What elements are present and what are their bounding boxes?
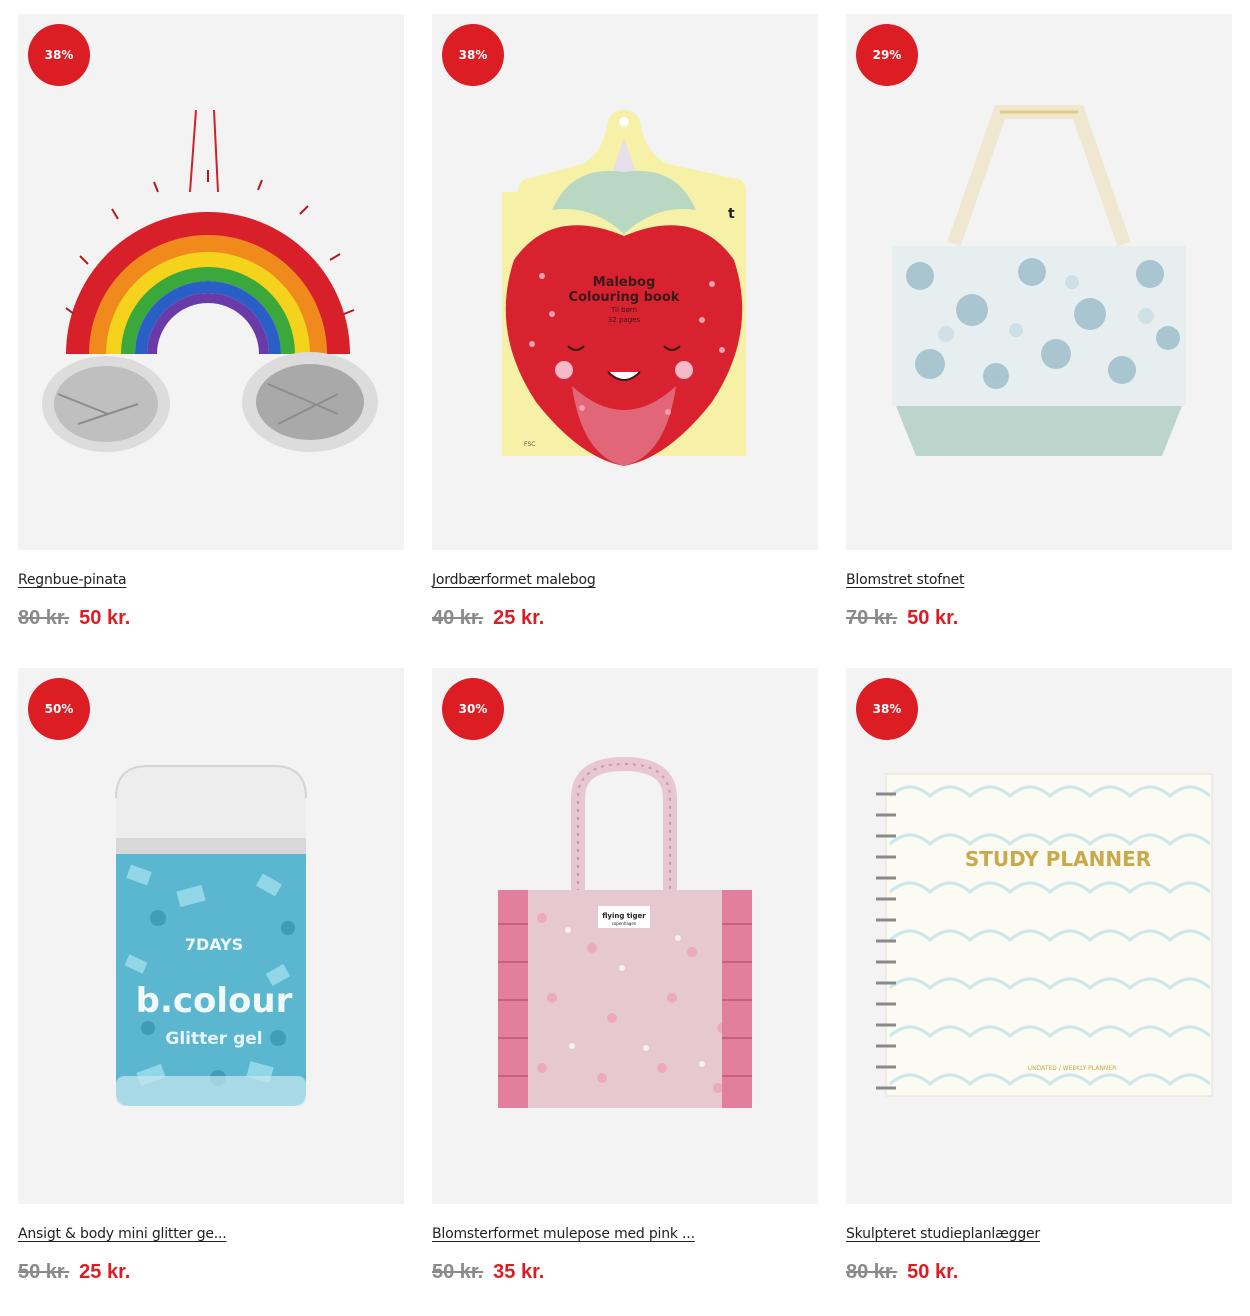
product-image[interactable]: Malebog Colouring book Til børn 32 pages…	[432, 14, 818, 550]
svg-text:copenhagen: copenhagen	[612, 921, 637, 926]
floral-ruffle-tote-image: flying tiger copenhagen	[498, 756, 752, 1108]
svg-text:t: t	[728, 206, 735, 222]
price-row: 80 kr. 50 kr.	[18, 607, 404, 630]
svg-text:UNDATED / WEEKLY PLANNER: UNDATED / WEEKLY PLANNER	[1028, 1065, 1117, 1072]
sale-price: 25 kr.	[79, 1261, 131, 1283]
product-image[interactable]: 29%	[846, 14, 1232, 550]
product-image[interactable]: STUDY PLANNER UNDATED / WEEKLY PLANNER 3…	[846, 668, 1232, 1204]
product-card[interactable]: 29% Blomstret stofnet 70 kr. 50 kr.	[846, 14, 1232, 630]
product-name-link[interactable]: Regnbue-pinata	[18, 572, 127, 588]
svg-text:flying tiger: flying tiger	[602, 912, 646, 920]
study-planner-image: STUDY PLANNER UNDATED / WEEKLY PLANNER	[876, 773, 1213, 1097]
svg-text:STUDY PLANNER: STUDY PLANNER	[965, 847, 1151, 871]
product-card[interactable]: 7DAYS b.colour Glitter gel 50% Ansigt & …	[18, 668, 404, 1284]
product-card[interactable]: 38% Regnbue-pinata 80 kr. 50 kr.	[18, 14, 404, 630]
product-card[interactable]: STUDY PLANNER UNDATED / WEEKLY PLANNER 3…	[846, 668, 1232, 1284]
product-image[interactable]: 7DAYS b.colour Glitter gel 50%	[18, 668, 404, 1204]
product-name-link[interactable]: Jordbærformet malebog	[432, 572, 596, 588]
sale-price: 25 kr.	[493, 607, 545, 629]
svg-text:Glitter gel: Glitter gel	[165, 1029, 262, 1049]
discount-badge: 29%	[856, 24, 918, 86]
product-image[interactable]: flying tiger copenhagen 30%	[432, 668, 818, 1204]
svg-text:Malebog: Malebog	[593, 275, 656, 290]
price-row: 70 kr. 50 kr.	[846, 607, 1232, 630]
old-price: 50 kr.	[432, 1261, 484, 1283]
discount-badge: 38%	[442, 24, 504, 86]
old-price: 40 kr.	[432, 607, 484, 629]
old-price: 50 kr.	[18, 1261, 70, 1283]
product-card[interactable]: Malebog Colouring book Til børn 32 pages…	[432, 14, 818, 630]
price-row: 40 kr. 25 kr.	[432, 607, 818, 630]
glitter-gel-jar-image: 7DAYS b.colour Glitter gel	[115, 765, 307, 1106]
price-row: 50 kr. 35 kr.	[432, 1261, 818, 1284]
svg-text:b.colour: b.colour	[136, 981, 293, 1021]
sale-price: 50 kr.	[907, 1261, 959, 1283]
svg-text:Colouring book: Colouring book	[569, 290, 680, 305]
svg-text:FSC: FSC	[524, 441, 535, 448]
product-name-link[interactable]: Ansigt & body mini glitter ge...	[18, 1226, 227, 1242]
rainbow-pinata-image	[42, 109, 378, 452]
strawberry-colouring-book-image: Malebog Colouring book Til børn 32 pages…	[502, 110, 746, 466]
product-card[interactable]: flying tiger copenhagen 30% Blomsterform…	[432, 668, 818, 1284]
discount-badge: 30%	[442, 678, 504, 740]
floral-tote-bag-image	[892, 105, 1186, 456]
discount-badge: 38%	[856, 678, 918, 740]
product-grid: 38% Regnbue-pinata 80 kr. 50 kr. Malebog…	[0, 0, 1250, 1316]
price-row: 80 kr. 50 kr.	[846, 1261, 1232, 1284]
product-name-link[interactable]: Blomstret stofnet	[846, 572, 965, 588]
old-price: 80 kr.	[18, 607, 70, 629]
svg-text:32 pages: 32 pages	[608, 316, 641, 324]
discount-badge: 38%	[28, 24, 90, 86]
old-price: 70 kr.	[846, 607, 898, 629]
sale-price: 50 kr.	[79, 607, 131, 629]
discount-badge: 50%	[28, 678, 90, 740]
sale-price: 35 kr.	[493, 1261, 545, 1283]
price-row: 50 kr. 25 kr.	[18, 1261, 404, 1284]
product-name-link[interactable]: Blomsterformet mulepose med pink ...	[432, 1226, 695, 1242]
svg-text:Til børn: Til børn	[610, 306, 637, 314]
old-price: 80 kr.	[846, 1261, 898, 1283]
product-image[interactable]: 38%	[18, 14, 404, 550]
product-name-link[interactable]: Skulpteret studieplanlægger	[846, 1226, 1040, 1242]
sale-price: 50 kr.	[907, 607, 959, 629]
svg-text:7DAYS: 7DAYS	[185, 935, 243, 954]
